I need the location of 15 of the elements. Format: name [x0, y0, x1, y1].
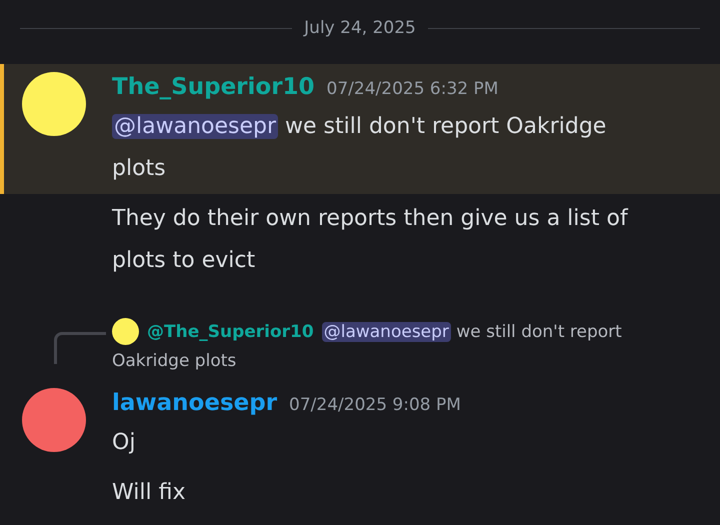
- reply-preview[interactable]: @The_Superior10 @lawanoesepr we still don't report Oakridge plots: [112, 318, 642, 376]
- mention-link[interactable]: @lawanoesepr: [322, 322, 451, 342]
- author-name[interactable]: lawanoesepr: [112, 384, 278, 422]
- timestamp: 07/24/2025 9:08 PM: [289, 394, 461, 416]
- timestamp: 07/24/2025 6:32 PM: [326, 78, 498, 100]
- message-text: Will fix: [112, 478, 186, 506]
- mention-link[interactable]: @lawanoesepr: [112, 114, 278, 138]
- message-text: Oj: [112, 428, 136, 456]
- author-name[interactable]: The_Superior10: [112, 68, 315, 106]
- message-text: They do their own reports then give us a list of plots to evict: [112, 204, 630, 274]
- reply-avatar: [112, 318, 139, 346]
- date-divider: July 24, 2025: [304, 17, 416, 40]
- reply-author[interactable]: @The_Superior10: [147, 322, 314, 342]
- reply-spine: [54, 332, 106, 364]
- message-text: @lawanoesepr we still don't report Oakridge plots: [112, 112, 608, 182]
